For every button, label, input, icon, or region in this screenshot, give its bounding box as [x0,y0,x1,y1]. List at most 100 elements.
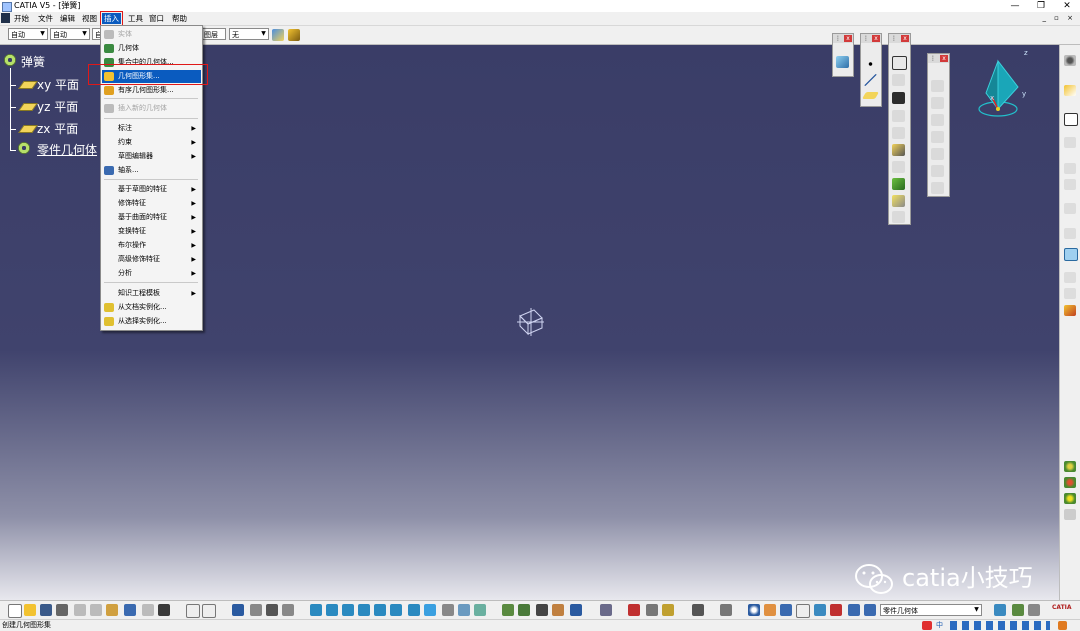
sketcher-icon[interactable] [1064,113,1078,126]
tool-icon[interactable] [764,604,776,616]
tool-icon[interactable] [1064,137,1076,148]
fillet-icon[interactable] [931,80,944,92]
compass-icon[interactable] [974,53,1036,121]
material-icon[interactable] [1064,461,1076,472]
pad-icon[interactable] [892,56,907,70]
axis-icon[interactable] [780,604,792,616]
menu-item-solid[interactable]: 实体 [102,28,201,41]
menu-item-surface-based-features[interactable]: 基于曲面的特征 ▶ [102,211,201,224]
tool-icon[interactable] [1064,288,1076,299]
color-combo[interactable]: 自动 ▼ [8,28,48,40]
layer-toolbar-icon[interactable] [836,56,849,68]
tool-icon[interactable] [692,604,704,616]
zoom-in-icon[interactable] [374,604,386,616]
iso-view-icon[interactable] [424,604,436,616]
tray-icon[interactable] [1058,621,1067,630]
menu-item-body[interactable]: 几何体 [102,42,201,55]
swap-space-icon[interactable] [474,604,486,616]
shell-icon[interactable] [931,131,944,143]
close-icon[interactable]: x [940,55,948,62]
menu-item-insert-new-body[interactable]: 插入新的几何体 [102,102,201,115]
close-icon[interactable]: x [901,35,909,42]
measure-icon[interactable] [1064,248,1078,261]
menu-item-instantiate-from-selection[interactable]: 从选择实例化... [102,315,201,328]
fly-mode-icon[interactable] [310,604,322,616]
print-icon[interactable] [56,604,68,616]
point-icon[interactable] [864,58,877,70]
material-icon[interactable] [1064,477,1076,488]
tool-icon[interactable] [282,604,294,616]
tool-icon[interactable] [830,604,842,616]
menu-item-instantiate-from-document[interactable]: 从文档实例化... [102,301,201,314]
tool-icon[interactable] [848,604,860,616]
catia-doc-icon[interactable] [1,13,10,23]
close-icon[interactable]: x [844,35,852,42]
tool-icon[interactable] [720,604,732,616]
tool-icon[interactable] [518,604,530,616]
tool-icon[interactable] [662,604,674,616]
comment-icon[interactable] [202,604,216,618]
tool-icon[interactable] [1064,305,1076,316]
stiffener-icon[interactable] [892,178,905,190]
remove-face-icon[interactable] [931,182,944,194]
remove-loft-icon[interactable] [892,211,905,223]
tool-icon[interactable] [1064,228,1076,239]
menu-insert[interactable]: 插入 [100,11,123,26]
tool-icon[interactable] [250,604,262,616]
menu-item-dress-up-features[interactable]: 修饰特征 ▶ [102,197,201,210]
menu-file[interactable]: 文件 [36,13,55,24]
menu-item-constraints[interactable]: 约束 ▶ [102,136,201,149]
tool-icon[interactable] [1028,604,1040,616]
tree-item-yz-plane[interactable]: yz 平面 [37,100,78,114]
chamfer-icon[interactable] [931,97,944,109]
paint-brush-icon[interactable] [272,29,284,41]
formula-icon[interactable] [186,604,200,618]
help-icon[interactable] [158,604,170,616]
menu-view[interactable]: 视图 [80,13,99,24]
layer-combo[interactable]: 图层 [202,28,226,40]
mdi-window-controls[interactable]: _ ▫ × [1042,13,1076,24]
close-icon[interactable]: x [872,35,880,42]
plane-icon[interactable] [861,92,880,99]
shading-icon[interactable] [442,604,454,616]
normal-view-icon[interactable] [408,604,420,616]
table-icon[interactable] [232,604,244,616]
close-button[interactable]: ✕ [1054,0,1080,12]
tool-icon[interactable] [552,604,564,616]
zoom-out-icon[interactable] [390,604,402,616]
pan-icon[interactable] [342,604,354,616]
menu-item-annotations[interactable]: 标注 ▶ [102,122,201,135]
thread-icon[interactable] [931,165,944,177]
rib-icon[interactable] [892,144,905,156]
gear-icon[interactable] [1064,55,1076,66]
menu-tools[interactable]: 工具 [126,13,145,24]
tree-item-zx-plane[interactable]: zx 平面 [37,122,78,136]
menu-item-sketch-based-features[interactable]: 基于草图的特征 ▶ [102,183,201,196]
menu-item-knowledge-templates[interactable]: 知识工程模板 ▶ [102,287,201,300]
tree-item-part-body[interactable]: 零件几何体 [37,143,97,157]
tool-icon[interactable] [1064,203,1076,214]
current-body-combo[interactable]: 零件几何体 ▼ [880,604,982,616]
linetype-combo[interactable]: 自动 ▼ [50,28,90,40]
tool-icon[interactable] [646,604,658,616]
tool-icon[interactable] [864,604,876,616]
pocket-icon[interactable] [892,74,905,86]
hide-show-icon[interactable] [458,604,470,616]
menu-edit[interactable]: 编辑 [58,13,77,24]
cut-icon[interactable] [74,604,86,616]
open-folder-icon[interactable] [24,604,36,616]
tool-icon[interactable] [1064,272,1076,283]
groove-icon[interactable] [892,110,905,122]
thickness-icon[interactable] [931,148,944,160]
material-icon[interactable] [1064,509,1076,520]
draft-icon[interactable] [931,114,944,126]
menu-window[interactable]: 窗口 [147,13,166,24]
tree-root-part[interactable]: 弹簧 [21,55,45,69]
ime-logo-icon[interactable] [922,621,932,630]
menu-start[interactable]: 开始 [12,13,31,24]
tool-icon[interactable] [600,604,612,616]
tool-icon[interactable] [266,604,278,616]
tool-icon[interactable] [1064,179,1076,190]
tool-icon[interactable] [536,604,548,616]
tool-icon[interactable] [628,604,640,616]
